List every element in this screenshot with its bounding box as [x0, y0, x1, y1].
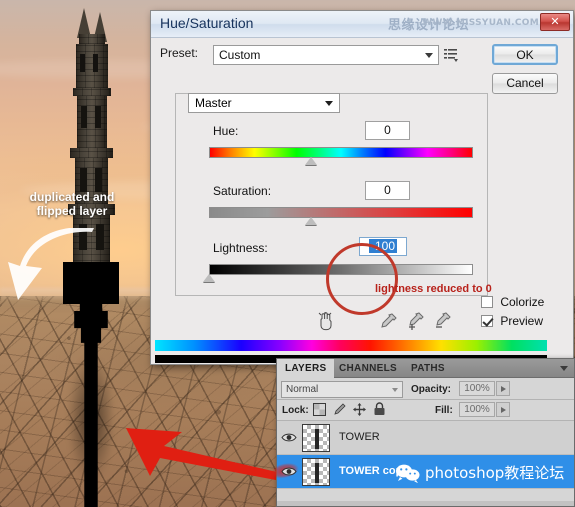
watermark-url: WWW.MISSYUAN.COM [422, 18, 539, 28]
lock-transparency-icon[interactable] [313, 403, 326, 416]
layer-thumbnail[interactable] [302, 458, 330, 486]
lock-all-icon[interactable] [373, 402, 386, 415]
screenshot-root: duplicated and flipped layer Hue/Saturat… [0, 0, 575, 507]
channel-dropdown[interactable]: Master [188, 93, 340, 113]
lock-label: Lock: [282, 405, 309, 416]
preset-value: Custom [219, 48, 261, 62]
shadow-soft-blur [58, 330, 124, 507]
tab-paths[interactable]: PATHS [403, 359, 453, 378]
table-row[interactable]: TOWER [277, 421, 574, 455]
panel-tab-bar: LAYERS CHANNELS PATHS [277, 359, 574, 378]
dialog-title: Hue/Saturation [160, 15, 254, 31]
annotation-line-1: duplicated and [29, 190, 115, 204]
eyedropper-add-icon[interactable] [406, 311, 426, 336]
layers-panel: LAYERS CHANNELS PATHS Normal Opacity: 10… [269, 358, 575, 507]
eyedropper-subtract-icon[interactable] [433, 311, 453, 336]
blend-mode-value: Normal [286, 384, 319, 395]
chevron-down-icon[interactable] [560, 366, 568, 371]
lightness-label: Lightness: [213, 241, 268, 255]
hue-slider-track[interactable] [209, 147, 473, 158]
close-icon[interactable]: ✕ [540, 13, 570, 31]
colorize-checkbox[interactable] [481, 296, 493, 308]
opacity-value[interactable]: 100% [459, 381, 495, 396]
preset-label: Preset: [160, 46, 199, 60]
colorize-checkbox-row[interactable]: Colorize [481, 295, 544, 309]
opacity-stepper[interactable] [496, 381, 510, 396]
lock-row: Lock: Fill: 100% [277, 400, 574, 421]
ok-button[interactable]: OK [492, 44, 558, 65]
panel-footer [277, 501, 574, 506]
tab-layers[interactable]: LAYERS [277, 359, 335, 378]
annotation-circle [326, 243, 398, 315]
lock-image-icon[interactable] [333, 403, 346, 416]
colorize-label: Colorize [500, 295, 545, 309]
channel-value: Master [195, 96, 232, 110]
preset-dropdown[interactable]: Custom [213, 45, 439, 65]
saturation-slider-track[interactable] [209, 207, 473, 218]
fill-label: Fill: [435, 405, 453, 416]
hue-saturation-dialog: Hue/Saturation 思缘设计论坛 WWW.MISSYUAN.COM ✕… [150, 10, 574, 365]
dialog-titlebar[interactable]: Hue/Saturation 思缘设计论坛 WWW.MISSYUAN.COM ✕ [151, 11, 573, 38]
preview-checkbox-row[interactable]: Preview [481, 314, 543, 328]
preview-checkbox[interactable] [481, 315, 493, 327]
blend-mode-dropdown[interactable]: Normal [281, 381, 403, 398]
saturation-label: Saturation: [213, 184, 272, 198]
eye-icon[interactable] [281, 431, 297, 444]
hand-cursor-icon [317, 311, 335, 331]
saturation-input[interactable]: 0 [365, 181, 410, 200]
fill-stepper[interactable] [496, 402, 510, 417]
curved-arrow-icon [6, 227, 98, 308]
eyedropper-icon[interactable] [379, 311, 399, 336]
lightness-slider-thumb[interactable] [203, 274, 215, 282]
watermark-photoshop-forum: photoshop教程论坛 [425, 464, 565, 482]
preset-row: Preset: [160, 44, 198, 62]
preset-menu-icon[interactable] [443, 47, 459, 63]
saturation-slider-thumb[interactable] [305, 217, 317, 225]
layer-thumbnail[interactable] [302, 424, 330, 452]
hue-input[interactable]: 0 [365, 121, 410, 140]
annotation-lightness-note: lightness reduced to 0 [375, 283, 492, 295]
chevron-down-icon [392, 388, 398, 392]
blend-mode-row: Normal Opacity: 100% [277, 378, 574, 400]
chevron-down-icon [325, 101, 333, 106]
annotation-duplicated-flipped: duplicated and flipped layer [6, 190, 138, 218]
spectrum-bar-top [155, 340, 547, 351]
cancel-button[interactable]: Cancel [492, 73, 558, 94]
fill-value[interactable]: 100% [459, 402, 495, 417]
layer-name: TOWER [339, 431, 380, 443]
hue-label: Hue: [213, 124, 239, 138]
preview-label: Preview [500, 314, 544, 328]
annotation-line-2: flipped layer [36, 204, 108, 218]
chevron-down-icon [425, 53, 433, 58]
opacity-label: Opacity: [411, 384, 452, 395]
tab-channels[interactable]: CHANNELS [331, 359, 405, 378]
lock-position-icon[interactable] [353, 403, 366, 416]
table-row[interactable]: TOWER copy photoshop教程论坛 [269, 455, 574, 489]
eye-icon[interactable] [281, 465, 297, 478]
hue-slider-thumb[interactable] [305, 157, 317, 165]
wechat-icon [395, 463, 421, 484]
